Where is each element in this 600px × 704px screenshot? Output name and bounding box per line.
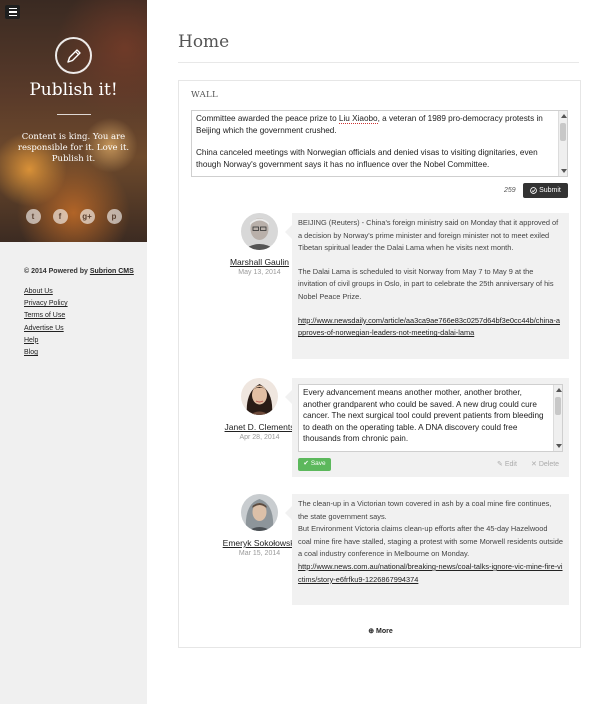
avatar[interactable]: [241, 213, 278, 250]
powered-by-text: © 2014 Powered by: [24, 268, 90, 275]
bubble-caret: [285, 225, 292, 239]
submit-label: Submit: [539, 187, 561, 194]
footer-link-blog[interactable]: Blog: [24, 349, 38, 356]
footer-link-privacy[interactable]: Privacy Policy: [24, 300, 68, 307]
main-content: Home WALL Committee awarded the peace pr…: [147, 0, 600, 704]
scroll-down-icon[interactable]: [560, 169, 567, 173]
post-body: The clean-up in a Victorian town covered…: [285, 494, 569, 605]
hero-divider: [57, 114, 91, 115]
avatar[interactable]: [241, 494, 278, 531]
editor-text: Committee awarded the peace prize to: [196, 114, 339, 123]
footer-link-help[interactable]: Help: [24, 337, 38, 344]
bubble-caret: [285, 390, 292, 404]
sidebar: Publish it! Content is king. You are res…: [0, 0, 147, 704]
pencil-icon: [55, 37, 92, 74]
wall-post-text[interactable]: Committee awarded the peace prize to Liu…: [196, 113, 556, 170]
twitter-icon[interactable]: t: [25, 209, 41, 224]
page-title: Home: [178, 32, 230, 52]
editor-paragraph: China canceled meetings with Norwegian o…: [196, 148, 538, 169]
delete-label: Delete: [538, 461, 560, 468]
avatar[interactable]: [241, 378, 278, 415]
bubble-caret: [285, 506, 292, 520]
wall-panel: WALL Committee awarded the peace prize t…: [178, 80, 581, 648]
wall-heading: WALL: [191, 90, 218, 100]
edit-button[interactable]: ✎ Edit: [497, 459, 517, 472]
post-body: BEIJING (Reuters) - China's foreign mini…: [285, 213, 569, 359]
site-title[interactable]: Publish it!: [0, 80, 147, 100]
post-link[interactable]: http://www.newsdaily.com/article/aa3ca9a…: [298, 316, 560, 338]
more-button[interactable]: ⊕ More: [179, 627, 582, 635]
post-paragraph: The Dalai Lama is scheduled to visit Nor…: [298, 266, 554, 301]
scroll-thumb[interactable]: [560, 123, 566, 141]
post-edit-text[interactable]: Every advancement means another mother, …: [303, 387, 551, 445]
footer-links: About Us Privacy Policy Terms of Use Adv…: [24, 286, 134, 359]
menu-toggle-button[interactable]: [5, 5, 20, 19]
post-link[interactable]: http://www.news.com.au/national/breaking…: [298, 562, 563, 584]
edit-label: Edit: [504, 461, 517, 468]
post-edit-input[interactable]: Every advancement means another mother, …: [298, 384, 563, 452]
google-plus-icon[interactable]: g+: [79, 209, 95, 224]
post-body: Every advancement means another mother, …: [285, 378, 569, 477]
submit-button[interactable]: Submit: [523, 183, 568, 198]
social-links: t f g+ p: [0, 209, 147, 224]
wall-post-input[interactable]: Committee awarded the peace prize to Liu…: [191, 110, 568, 177]
footer-link-about[interactable]: About Us: [24, 288, 53, 295]
check-icon: ✔: [303, 460, 309, 468]
facebook-icon[interactable]: f: [52, 209, 68, 224]
delete-button[interactable]: ✕ Delete: [531, 459, 559, 472]
char-counter: 259: [504, 187, 516, 194]
check-circle-icon: [530, 187, 537, 194]
pinterest-icon[interactable]: p: [106, 209, 122, 224]
title-divider: [178, 62, 579, 63]
footer-link-advertise[interactable]: Advertise Us: [24, 325, 64, 332]
close-icon: ✕: [531, 461, 537, 468]
powered-by: © 2014 Powered by Subrion CMS: [24, 266, 134, 278]
sidebar-footer: © 2014 Powered by Subrion CMS About Us P…: [24, 266, 134, 359]
scroll-thumb[interactable]: [555, 397, 561, 415]
save-button[interactable]: ✔ Save: [298, 458, 331, 471]
more-label: More: [376, 628, 393, 635]
post-paragraph: BEIJING (Reuters) - China's foreign mini…: [298, 218, 559, 253]
save-label: Save: [310, 460, 326, 468]
post-paragraph: But Environment Victoria claims clean-up…: [298, 524, 563, 559]
scroll-up-icon[interactable]: [560, 114, 567, 118]
pencil-icon: ✎: [497, 461, 503, 468]
scroll-down-icon[interactable]: [555, 444, 562, 448]
more-icon: ⊕: [368, 628, 375, 635]
scroll-up-icon[interactable]: [555, 388, 562, 392]
post-paragraph: The clean-up in a Victorian town covered…: [298, 499, 552, 521]
spellcheck-word: Liu Xiaobo: [338, 114, 378, 124]
sidebar-hero: Publish it! Content is king. You are res…: [0, 0, 147, 242]
footer-link-terms[interactable]: Terms of Use: [24, 312, 65, 319]
site-tagline: Content is king. You are responsible for…: [17, 132, 130, 164]
editor-scrollbar[interactable]: [558, 111, 567, 176]
edit-scrollbar[interactable]: [553, 385, 562, 451]
subrion-link[interactable]: Subrion CMS: [90, 268, 134, 275]
